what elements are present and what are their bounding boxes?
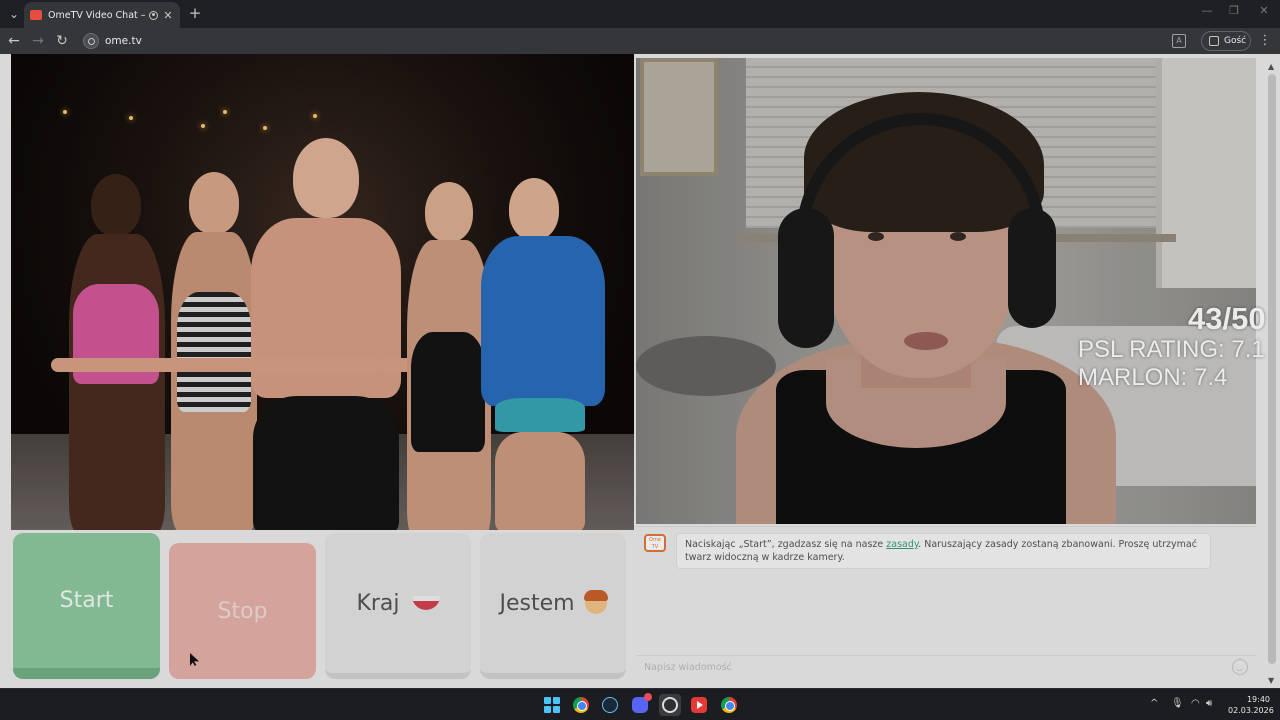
discord-notification-badge xyxy=(644,693,652,701)
emoji-smiley-icon[interactable] xyxy=(1232,659,1248,675)
chat-panel: Ome TV Naciskając „Start”, zgadzasz się … xyxy=(636,526,1256,681)
browser-tab-ometv[interactable]: OmeTV Video Chat — Ome ✕ xyxy=(24,2,180,28)
microphone-icon[interactable]: 🎙︎ xyxy=(1171,698,1184,709)
scroll-down-arrow-icon[interactable]: ▼ xyxy=(1268,676,1274,685)
poland-flag-icon xyxy=(411,596,440,610)
reload-icon[interactable]: ↻ xyxy=(52,31,72,51)
browser-menu-kebab-icon[interactable]: ⋮ xyxy=(1258,31,1272,51)
forward-arrow-icon[interactable]: → xyxy=(28,31,48,51)
window-maximize-icon[interactable]: ❐ xyxy=(1219,4,1249,17)
steam-taskbar-icon[interactable] xyxy=(602,697,618,713)
recording-indicator-icon xyxy=(149,10,158,20)
guest-profile-icon xyxy=(1209,36,1219,46)
windows-taskbar: ^ 🎙︎ ◠ 🔊︎ 19:40 02.03.2026 xyxy=(0,688,1280,720)
site-info-icon[interactable] xyxy=(83,33,99,49)
clock-date: 02.03.2026 xyxy=(1228,706,1274,715)
self-camera-video xyxy=(636,58,1256,524)
youtube-taskbar-icon[interactable] xyxy=(691,697,707,713)
chrome-profile-taskbar-icon[interactable] xyxy=(721,697,737,713)
volume-icon[interactable]: 🔊︎ xyxy=(1206,698,1212,709)
address-bar[interactable]: ome.tv xyxy=(80,31,1200,51)
country-select-button[interactable]: Kraj xyxy=(325,533,471,679)
clock-time: 19:40 xyxy=(1246,695,1270,704)
page-scrollbar-thumb[interactable] xyxy=(1268,74,1276,664)
new-tab-plus-icon[interactable]: + xyxy=(186,4,204,22)
chrome-taskbar-icon[interactable] xyxy=(573,697,589,713)
overlay-psl-rating: PSL RATING: 7.1 xyxy=(1078,336,1265,363)
profile-button[interactable]: Gość xyxy=(1201,31,1251,51)
profile-label: Gość xyxy=(1224,36,1247,46)
windows-start-icon[interactable] xyxy=(544,697,560,713)
boy-emoji-icon xyxy=(583,590,608,614)
stranger-video xyxy=(11,54,634,530)
browser-tabstrip: ⌄ OmeTV Video Chat — Ome ✕ + — ❐ ✕ xyxy=(0,0,1280,28)
system-message-text-start: Naciskając „Start”, zgadzasz się na nasz… xyxy=(685,539,887,550)
window-minimize-icon[interactable]: — xyxy=(1192,4,1222,17)
system-message: Naciskając „Start”, zgadzasz się na nasz… xyxy=(676,533,1211,569)
ometv-logo-icon: Ome TV xyxy=(644,534,666,552)
tray-chevron-up-icon[interactable]: ^ xyxy=(1150,698,1158,709)
system-clock[interactable]: 19:40 02.03.2026 xyxy=(1228,694,1274,716)
address-url[interactable]: ome.tv xyxy=(105,35,142,47)
start-button[interactable]: Start xyxy=(13,533,160,679)
country-button-label: Kraj xyxy=(356,590,400,616)
back-arrow-icon[interactable]: ← xyxy=(4,31,24,51)
tab-close-icon[interactable]: ✕ xyxy=(162,9,174,22)
gender-select-button[interactable]: Jestem xyxy=(480,533,626,679)
gender-button-label: Jestem xyxy=(499,590,575,616)
scroll-up-arrow-icon[interactable]: ▲ xyxy=(1268,62,1274,71)
obs-taskbar-icon[interactable] xyxy=(662,697,678,713)
wifi-icon[interactable]: ◠ xyxy=(1191,698,1200,709)
rules-link[interactable]: zasady xyxy=(886,539,918,550)
overlay-score: 43/50 xyxy=(1188,301,1266,336)
overlay-marlon: MARLON: 7.4 xyxy=(1078,364,1228,391)
chat-message-input[interactable]: Napisz wiadomość xyxy=(636,655,1256,679)
stop-button-label: Stop xyxy=(217,598,268,624)
browser-toolbar: ← → ↻ ome.tv A Gość ⋮ xyxy=(0,28,1280,54)
tab-search-chevron-icon[interactable]: ⌄ xyxy=(4,4,24,24)
chat-input-placeholder: Napisz wiadomość xyxy=(644,662,732,673)
ometv-page: 43/50 PSL RATING: 7.1 MARLON: 7.4 ▲ ▼ St… xyxy=(0,54,1280,688)
tab-title: OmeTV Video Chat — Ome xyxy=(48,9,145,21)
translate-icon[interactable]: A xyxy=(1172,34,1186,48)
window-close-icon[interactable]: ✕ xyxy=(1249,4,1279,17)
ometv-favicon-icon xyxy=(30,10,42,20)
start-button-label: Start xyxy=(59,588,114,613)
